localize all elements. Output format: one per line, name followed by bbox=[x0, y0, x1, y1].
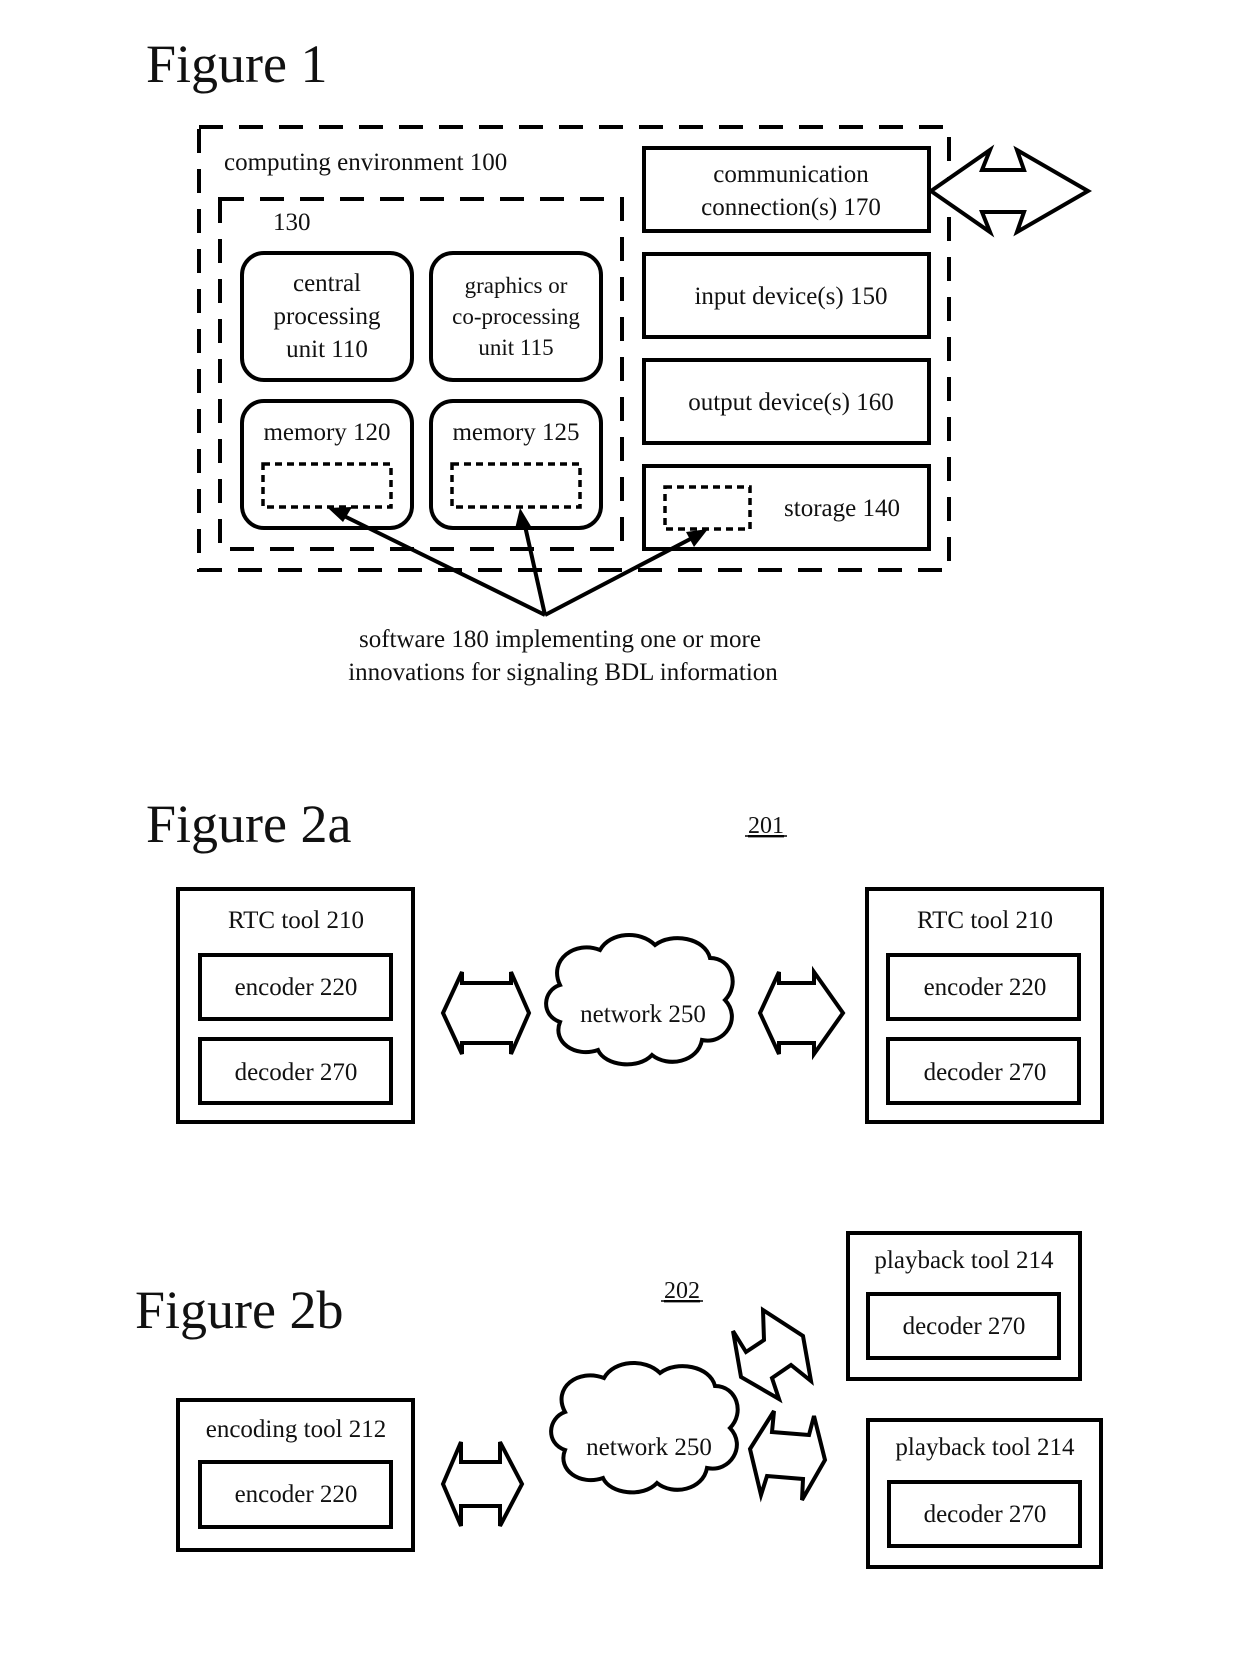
communication-connection-box: communication connection(s) 170 bbox=[642, 146, 931, 233]
patent-figures: Figure 1 computing environment 100 130 c… bbox=[135, 34, 1104, 1569]
playback-tool-bottom: playback tool 214 decoder 270 bbox=[866, 1418, 1103, 1569]
network-cloud-2a bbox=[544, 932, 735, 1067]
input-device-label: input device(s) 150 bbox=[694, 283, 887, 310]
encoding-tool-title: encoding tool 212 bbox=[206, 1416, 387, 1443]
rtc-tool-right-title: RTC tool 210 bbox=[917, 907, 1053, 934]
communication-label-line2: connection(s) 170 bbox=[701, 194, 881, 221]
network-2b-label: network 250 bbox=[586, 1434, 712, 1461]
cpu-label-line1: central bbox=[293, 270, 361, 297]
gpu-label-line3: unit 115 bbox=[478, 335, 553, 360]
cpu-label-line2: processing bbox=[274, 303, 381, 330]
gpu-label-line1: graphics or bbox=[465, 273, 568, 298]
gpu-label-line2: co-processing bbox=[452, 304, 580, 329]
memory-125-label: memory 125 bbox=[452, 419, 579, 446]
decoder-right-label: decoder 270 bbox=[924, 1059, 1047, 1086]
computing-environment-label: computing environment 100 bbox=[224, 149, 507, 176]
software-caption-line1: software 180 implementing one or more bbox=[359, 626, 761, 653]
communication-double-arrow-icon bbox=[927, 144, 1092, 238]
double-arrow-left-2a-icon bbox=[440, 971, 532, 1055]
network-2a-label: network 250 bbox=[580, 1001, 706, 1028]
network-cloud-2b bbox=[549, 1360, 740, 1495]
double-arrow-right-2a-icon bbox=[757, 965, 846, 1061]
communication-label-line1: communication bbox=[713, 161, 869, 188]
output-device-label: output device(s) 160 bbox=[688, 389, 894, 416]
figure-1-title: Figure 1 bbox=[146, 34, 328, 94]
decoder-left-label: decoder 270 bbox=[235, 1059, 358, 1086]
memory-120-box: memory 120 bbox=[240, 399, 414, 530]
double-arrow-left-2b-icon bbox=[440, 1441, 525, 1527]
storage-box: storage 140 bbox=[642, 464, 931, 551]
figure-2a: Figure 2a 201 RTC tool 210 encoder 220 d… bbox=[146, 794, 1104, 1124]
storage-label: storage 140 bbox=[784, 495, 900, 522]
double-arrow-top-2b-icon bbox=[731, 1306, 814, 1404]
figure-2a-ref: 201 bbox=[748, 813, 784, 839]
encoder-2b-label: encoder 220 bbox=[235, 1481, 358, 1508]
memory-120-label: memory 120 bbox=[263, 419, 390, 446]
rtc-tool-left: RTC tool 210 encoder 220 decoder 270 bbox=[176, 887, 415, 1124]
playback-tool-top: playback tool 214 decoder 270 bbox=[846, 1231, 1082, 1381]
playback-top-title: playback tool 214 bbox=[874, 1247, 1054, 1274]
input-device-box: input device(s) 150 bbox=[642, 252, 931, 339]
gpu-box: graphics or co-processing unit 115 bbox=[429, 251, 603, 382]
processing-group-label: 130 bbox=[273, 209, 311, 236]
decoder-top-label: decoder 270 bbox=[903, 1313, 1026, 1340]
software-caption-line2: innovations for signaling BDL informatio… bbox=[348, 659, 778, 686]
figure-2b: Figure 2b 202 encoding tool 212 encoder … bbox=[135, 1231, 1103, 1569]
cpu-label-line3: unit 110 bbox=[286, 336, 368, 363]
cpu-box: central processing unit 110 bbox=[240, 251, 414, 382]
encoder-right-label: encoder 220 bbox=[924, 974, 1047, 1001]
figure-2b-title: Figure 2b bbox=[135, 1280, 344, 1340]
decoder-bottom-label: decoder 270 bbox=[924, 1501, 1047, 1528]
rtc-tool-right: RTC tool 210 encoder 220 decoder 270 bbox=[865, 887, 1104, 1124]
double-arrow-bottom-2b-icon bbox=[747, 1409, 828, 1503]
encoder-left-label: encoder 220 bbox=[235, 974, 358, 1001]
memory-125-box: memory 125 bbox=[429, 399, 603, 530]
rtc-tool-left-title: RTC tool 210 bbox=[228, 907, 364, 934]
figure-1: Figure 1 computing environment 100 130 c… bbox=[146, 34, 1092, 686]
figure-2b-ref: 202 bbox=[664, 1278, 700, 1304]
encoding-tool-box: encoding tool 212 encoder 220 bbox=[176, 1398, 415, 1552]
playback-bottom-title: playback tool 214 bbox=[895, 1434, 1075, 1461]
output-device-box: output device(s) 160 bbox=[642, 358, 931, 445]
figure-2a-title: Figure 2a bbox=[146, 794, 351, 854]
arrow-to-memory-125 bbox=[521, 516, 547, 616]
